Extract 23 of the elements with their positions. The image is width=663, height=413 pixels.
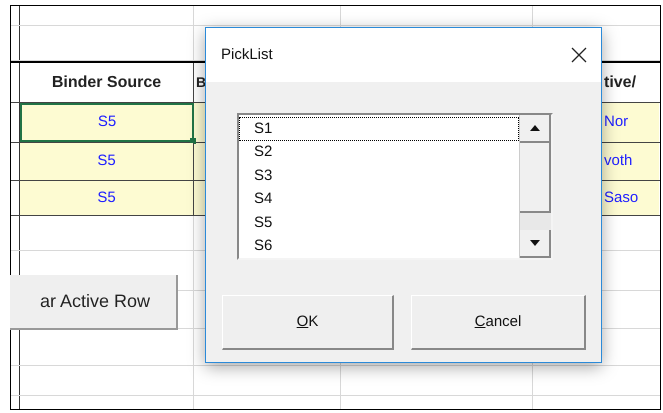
- up-arrow-icon: [530, 125, 540, 131]
- list-item[interactable]: S3: [239, 164, 519, 188]
- clear-row-button[interactable]: ar Active Row: [10, 275, 178, 330]
- scroll-down-button[interactable]: [520, 230, 551, 258]
- column-header: tive/: [603, 72, 638, 92]
- list-item[interactable]: S5: [239, 211, 519, 234]
- scroll-thumb[interactable]: [520, 143, 551, 213]
- table-cell[interactable]: S5: [20, 143, 194, 180]
- list-item[interactable]: S1: [239, 117, 519, 140]
- table-cell[interactable]: S5: [20, 181, 194, 215]
- cancel-button[interactable]: Cancel: [411, 295, 586, 350]
- ok-button[interactable]: OK: [222, 295, 394, 350]
- list-item[interactable]: S6: [239, 234, 519, 258]
- list-box[interactable]: S1 S2 S3 S4 S5 S6: [237, 113, 553, 260]
- down-arrow-icon: [530, 240, 540, 246]
- window-title: PickList: [221, 44, 273, 65]
- list-item[interactable]: S4: [239, 188, 519, 211]
- table-cell[interactable]: S5: [20, 103, 194, 142]
- close-icon[interactable]: [571, 47, 587, 63]
- column-header: Binder Source: [20, 63, 194, 102]
- scrollbar[interactable]: [519, 115, 551, 258]
- list-item[interactable]: S2: [239, 140, 519, 164]
- scroll-up-button[interactable]: [520, 115, 551, 143]
